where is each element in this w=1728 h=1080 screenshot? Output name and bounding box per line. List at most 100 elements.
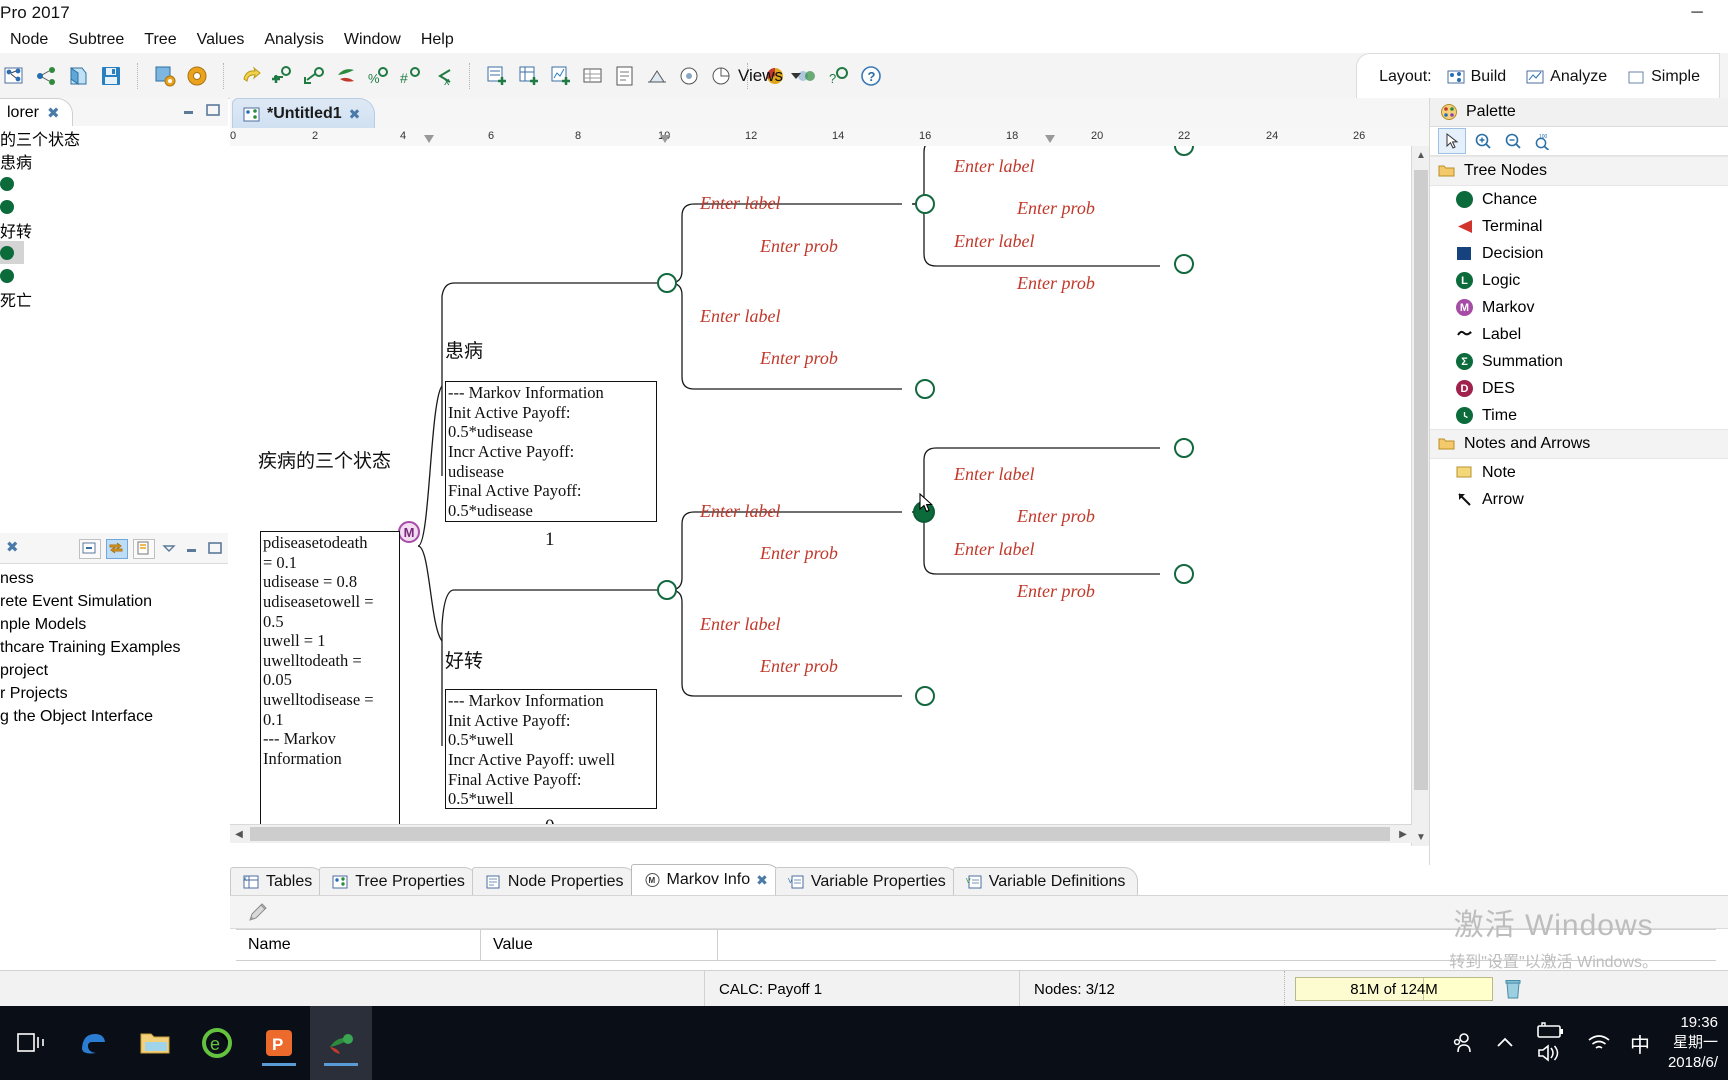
explorer-tree[interactable]: 的三个状态 患病 好转 死亡 (0, 126, 228, 526)
column-header-value[interactable]: Value (481, 929, 718, 961)
palette-item-markov[interactable]: M Markov (1430, 294, 1728, 321)
list-item[interactable]: project (0, 659, 228, 682)
task-view-icon[interactable] (0, 1006, 62, 1080)
tab-variable-definitions[interactable]: V Variable Definitions (952, 867, 1139, 895)
collapse-node-icon[interactable]: x (430, 63, 456, 89)
ruler-marker[interactable] (1045, 135, 1055, 143)
examples-list[interactable]: ness rete Event Simulation nple Models t… (0, 567, 228, 728)
enter-prob-3[interactable]: Enter prob (760, 236, 838, 257)
explorer-item-3[interactable] (0, 195, 228, 218)
edit-pencil-icon[interactable] (246, 900, 270, 924)
enter-label-5[interactable]: Enter label (954, 464, 1034, 485)
close-icon[interactable]: ✖ (47, 104, 60, 122)
scroll-up-icon[interactable]: ▲ (1412, 146, 1430, 164)
link-with-editor-icon[interactable] (106, 539, 128, 559)
edge-icon[interactable] (62, 1006, 124, 1080)
chance-node-2[interactable] (915, 194, 935, 214)
minimize-panel-icon[interactable] (180, 103, 198, 119)
tab-variable-properties[interactable]: V Variable Properties (774, 867, 959, 895)
maximize-panel-icon[interactable] (204, 103, 222, 119)
enter-label-3[interactable]: Enter label (700, 193, 780, 214)
menu-item-node[interactable]: Node (0, 29, 58, 51)
close-icon[interactable]: ✖ (349, 106, 361, 123)
enter-prob-7[interactable]: Enter prob (760, 543, 838, 564)
enter-label-4[interactable]: Enter label (700, 306, 780, 327)
add-variable-icon[interactable] (484, 63, 510, 89)
palette-item-note[interactable]: Note (1430, 459, 1728, 486)
powerpoint-icon[interactable]: P (248, 1006, 310, 1080)
layout-analyze-button[interactable]: Analyze (1521, 65, 1612, 89)
list-item[interactable]: ness (0, 567, 228, 590)
palette-item-chance[interactable]: Chance (1430, 186, 1728, 213)
ruler-marker[interactable] (660, 135, 670, 143)
chevron-down-icon[interactable] (160, 541, 178, 557)
explorer-item-6[interactable] (0, 264, 228, 287)
save-icon[interactable] (98, 63, 124, 89)
show-hidden-icons-icon[interactable] (1494, 1032, 1516, 1054)
people-icon[interactable] (1450, 1030, 1476, 1056)
palette-item-summation[interactable]: Σ Summation (1430, 348, 1728, 375)
enter-label-8[interactable]: Enter label (700, 614, 780, 635)
canvas-horizontal-scrollbar[interactable]: ◀ ▶ (230, 824, 1412, 843)
status-heap[interactable]: 81M of 124M (1284, 971, 1523, 1007)
layout-build-button[interactable]: Build (1442, 65, 1512, 89)
remove-node-icon[interactable] (302, 63, 328, 89)
explorer-item-0[interactable]: 的三个状态 (0, 126, 228, 149)
settings-gear-icon[interactable] (184, 63, 210, 89)
probability-icon[interactable]: % (366, 63, 392, 89)
enter-prob-1[interactable]: Enter prob (1017, 198, 1095, 219)
variable-definitions-box[interactable]: pdiseasetodeath = 0.1 udisease = 0.8 udi… (260, 531, 400, 843)
enter-label-7[interactable]: Enter label (700, 501, 780, 522)
enter-prob-5[interactable]: Enter prob (1017, 506, 1095, 527)
menu-item-values[interactable]: Values (187, 29, 255, 51)
ruler-marker[interactable] (424, 135, 434, 143)
list-item[interactable]: rete Event Simulation (0, 590, 228, 613)
explorer-item-7[interactable]: 死亡 (0, 287, 228, 310)
markov-info-box-improved[interactable]: --- Markov Information Init Active Payof… (445, 689, 657, 809)
list-item[interactable]: thcare Training Examples (0, 636, 228, 659)
enter-label-6[interactable]: Enter label (954, 539, 1034, 560)
minimize-panel-icon[interactable] (183, 541, 201, 557)
minimize-button[interactable]: ─ (1674, 0, 1720, 26)
enter-prob-8[interactable]: Enter prob (760, 656, 838, 677)
subtree-icon[interactable] (334, 63, 360, 89)
explorer-item-2[interactable] (0, 172, 228, 195)
markov-info-box-disease[interactable]: --- Markov Information Init Active Payof… (445, 381, 657, 522)
new-tree-icon[interactable] (2, 63, 28, 89)
chance-node-4[interactable] (1174, 254, 1194, 274)
report-icon[interactable] (612, 63, 638, 89)
enter-prob-4[interactable]: Enter prob (760, 348, 838, 369)
horizontal-scroll-thumb[interactable] (250, 827, 1390, 841)
menu-item-analysis[interactable]: Analysis (254, 29, 334, 51)
collapse-all-icon[interactable] (79, 539, 101, 559)
tab-markov-info[interactable]: M Markov Info ✖ (630, 864, 781, 895)
preferences-icon[interactable] (152, 63, 178, 89)
menu-item-subtree[interactable]: Subtree (58, 29, 134, 51)
open-file-icon[interactable] (66, 63, 92, 89)
file-explorer-icon[interactable] (124, 1006, 186, 1080)
menu-item-window[interactable]: Window (334, 29, 411, 51)
explorer-item-5[interactable] (0, 241, 24, 264)
enter-prob-6[interactable]: Enter prob (1017, 581, 1095, 602)
select-tool-icon[interactable] (1438, 128, 1466, 154)
explorer-tab[interactable]: lorer ✖ (0, 98, 73, 127)
palette-item-decision[interactable]: Decision (1430, 240, 1728, 267)
zoom-100-tool-icon[interactable]: 100 (1530, 129, 1556, 153)
chance-node-8[interactable] (1174, 564, 1194, 584)
palette-item-time[interactable]: Time (1430, 402, 1728, 429)
vertical-scroll-thumb[interactable] (1414, 170, 1428, 790)
layout-simple-button[interactable]: Simple (1622, 65, 1705, 89)
add-chance-node-icon[interactable] (270, 63, 296, 89)
menu-item-help[interactable]: Help (411, 29, 464, 51)
add-table-icon[interactable] (516, 63, 542, 89)
enter-prob-2[interactable]: Enter prob (1017, 273, 1095, 294)
new-model-icon[interactable] (34, 63, 60, 89)
maximize-panel-icon[interactable] (206, 541, 224, 557)
tab-tables[interactable]: X Tables (230, 867, 326, 895)
views-dropdown[interactable]: Views (730, 61, 809, 91)
close-icon[interactable]: ✖ (6, 538, 19, 556)
explorer-item-4[interactable]: 好转 (0, 218, 228, 241)
tab-node-properties[interactable]: Node Properties (471, 867, 637, 895)
microsimulation-icon[interactable] (676, 63, 702, 89)
palette-item-logic[interactable]: L Logic (1430, 267, 1728, 294)
